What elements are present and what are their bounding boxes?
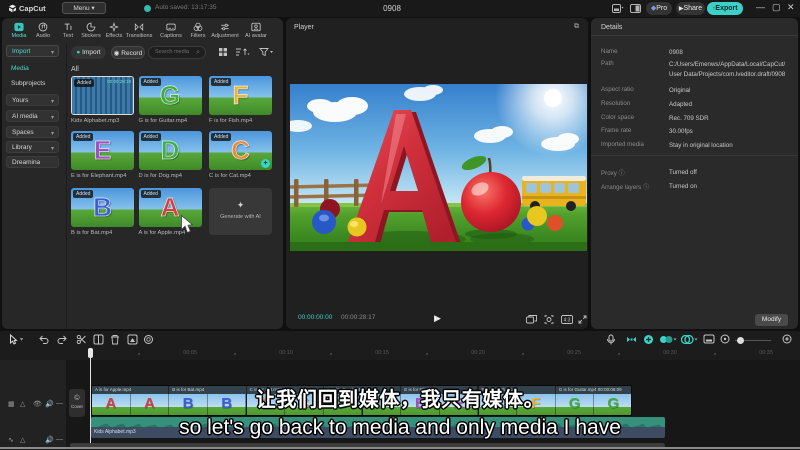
svg-text:4:3: 4:3 bbox=[564, 318, 571, 324]
